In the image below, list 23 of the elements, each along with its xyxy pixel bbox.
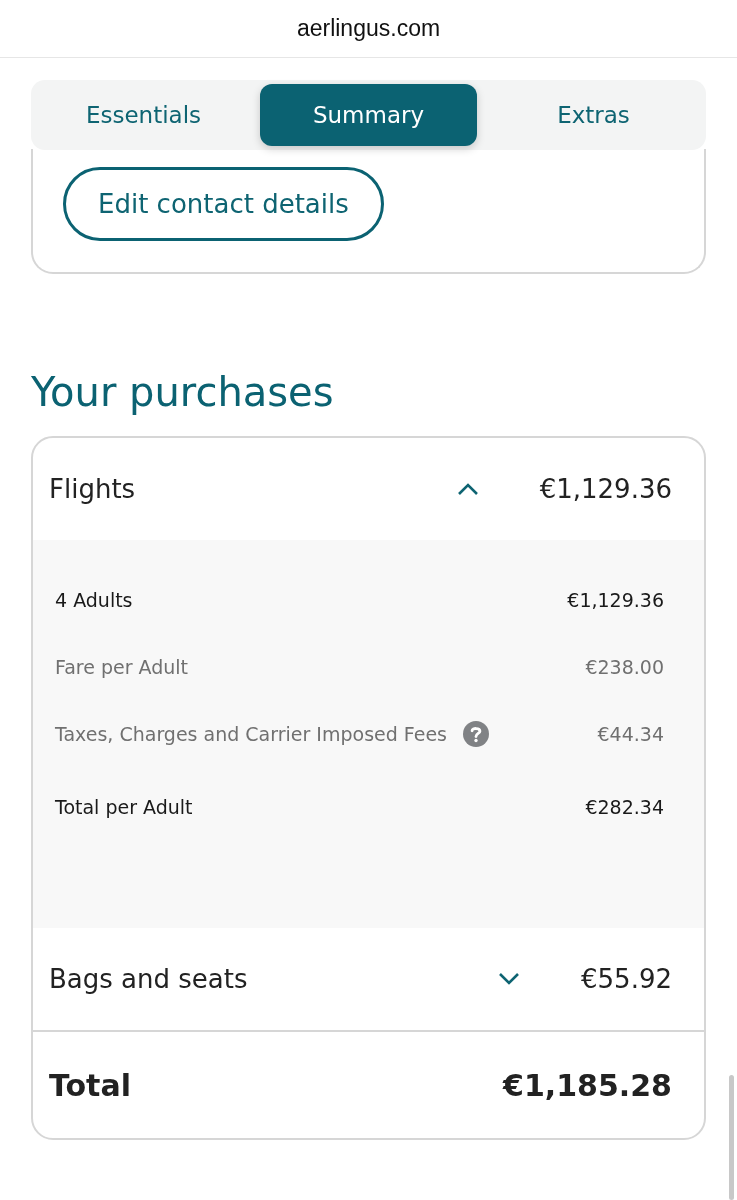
line-amount: €282.34 bbox=[585, 796, 664, 818]
section-amount: €1,129.36 bbox=[539, 474, 672, 504]
edit-contact-button[interactable]: Edit contact details bbox=[63, 167, 384, 241]
line-label: Fare per Adult bbox=[55, 655, 189, 678]
tab[interactable]: Summary bbox=[260, 84, 477, 146]
line-amount: €44.34 bbox=[597, 722, 664, 745]
line-amount: €1,129.36 bbox=[567, 588, 664, 611]
chevron-down-icon[interactable] bbox=[497, 972, 521, 986]
total-amount: €1,185.28 bbox=[503, 1067, 672, 1103]
line-amount: €238.00 bbox=[585, 655, 664, 678]
tab[interactable]: Essentials bbox=[35, 84, 252, 146]
section-label: Flights bbox=[49, 474, 137, 504]
line-label: Total per Adult bbox=[55, 796, 193, 818]
section-amount: €55.92 bbox=[581, 964, 672, 994]
line-label: Taxes, Charges and Carrier Imposed Fees bbox=[55, 722, 447, 745]
line-label: 4 Adults bbox=[55, 588, 133, 611]
address-bar[interactable]: aerlingus.com bbox=[0, 0, 737, 58]
section-heading: Your purchases bbox=[31, 368, 335, 417]
tab[interactable]: Extras bbox=[485, 84, 702, 146]
url-text: aerlingus.com bbox=[296, 15, 441, 42]
section-label: Bags and seats bbox=[49, 964, 249, 994]
help-icon[interactable] bbox=[463, 720, 489, 747]
total-label: Total bbox=[49, 1067, 131, 1103]
